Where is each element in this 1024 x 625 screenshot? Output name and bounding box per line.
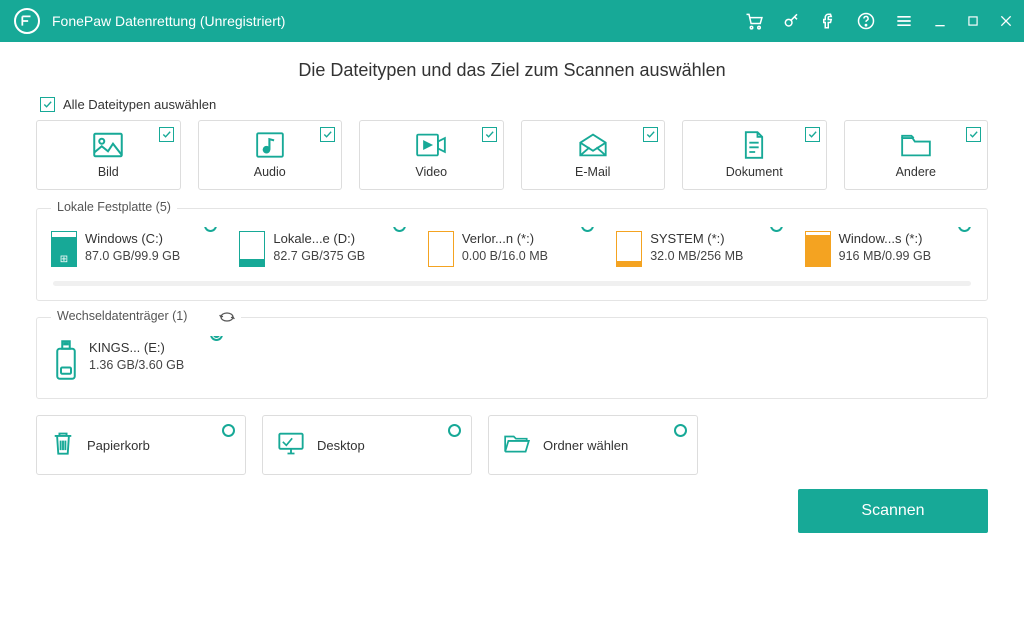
drive-name: SYSTEM (*:) bbox=[650, 231, 743, 246]
checkbox-icon bbox=[320, 127, 335, 142]
drive-kingston-e[interactable]: KINGS... (E:) 1.36 GB/3.60 GB bbox=[49, 336, 227, 384]
checkbox-icon bbox=[805, 127, 820, 142]
radio-icon bbox=[393, 227, 406, 232]
titlebar: FonePaw Datenrettung (Unregistriert) bbox=[0, 0, 1024, 42]
disk-icon: ⊞ bbox=[51, 231, 77, 267]
checkbox-icon bbox=[40, 97, 55, 112]
radio-icon bbox=[204, 227, 217, 232]
location-recycle-bin[interactable]: Papierkorb bbox=[36, 415, 246, 475]
drive-system[interactable]: SYSTEM (*:) 32.0 MB/256 MB bbox=[614, 227, 786, 271]
video-icon bbox=[416, 131, 446, 159]
usb-icon bbox=[51, 340, 81, 380]
key-icon[interactable] bbox=[782, 11, 802, 31]
folder-open-icon bbox=[503, 432, 531, 459]
help-icon[interactable] bbox=[856, 11, 876, 31]
drive-lost[interactable]: Verlor...n (*:) 0.00 B/16.0 MB bbox=[426, 227, 598, 271]
drive-size: 32.0 MB/256 MB bbox=[650, 249, 743, 263]
checkbox-icon bbox=[482, 127, 497, 142]
desktop-icon bbox=[277, 431, 305, 460]
drive-name: Verlor...n (*:) bbox=[462, 231, 548, 246]
drive-name: Windows (C:) bbox=[85, 231, 180, 246]
location-label: Papierkorb bbox=[87, 438, 150, 453]
maximize-icon[interactable] bbox=[966, 14, 980, 28]
type-label: Audio bbox=[254, 165, 286, 179]
removable-drives-label: Wechseldatenträger (1) bbox=[51, 309, 241, 324]
drive-size: 0.00 B/16.0 MB bbox=[462, 249, 548, 263]
type-label: Andere bbox=[896, 165, 936, 179]
checkbox-icon bbox=[643, 127, 658, 142]
drive-windows-alt[interactable]: Window...s (*:) 916 MB/0.99 GB bbox=[803, 227, 975, 271]
radio-icon bbox=[448, 424, 461, 437]
drive-name: KINGS... (E:) bbox=[89, 340, 184, 355]
minimize-icon[interactable] bbox=[932, 13, 948, 29]
horizontal-scrollbar[interactable] bbox=[53, 281, 971, 286]
checkbox-icon bbox=[159, 127, 174, 142]
facebook-icon[interactable] bbox=[820, 12, 838, 30]
type-card-other[interactable]: Andere bbox=[844, 120, 989, 190]
radio-icon bbox=[770, 227, 783, 232]
type-label: E-Mail bbox=[575, 165, 610, 179]
drive-local-d[interactable]: Lokale...e (D:) 82.7 GB/375 GB bbox=[237, 227, 409, 271]
drive-name: Window...s (*:) bbox=[839, 231, 931, 246]
type-card-image[interactable]: Bild bbox=[36, 120, 181, 190]
select-all-checkbox[interactable]: Alle Dateitypen auswählen bbox=[40, 97, 988, 112]
type-card-audio[interactable]: Audio bbox=[198, 120, 343, 190]
type-label: Video bbox=[415, 165, 447, 179]
drive-name: Lokale...e (D:) bbox=[273, 231, 365, 246]
drive-size: 82.7 GB/375 GB bbox=[273, 249, 365, 263]
type-card-video[interactable]: Video bbox=[359, 120, 504, 190]
radio-icon bbox=[581, 227, 594, 232]
email-icon bbox=[578, 131, 608, 159]
checkbox-icon bbox=[966, 127, 981, 142]
disk-icon bbox=[428, 231, 454, 267]
drive-size: 87.0 GB/99.9 GB bbox=[85, 249, 180, 263]
type-card-email[interactable]: E-Mail bbox=[521, 120, 666, 190]
app-logo bbox=[14, 8, 40, 34]
cart-icon[interactable] bbox=[744, 11, 764, 31]
radio-icon bbox=[210, 336, 223, 341]
drive-windows-c[interactable]: ⊞ Windows (C:) 87.0 GB/99.9 GB bbox=[49, 227, 221, 271]
scan-button[interactable]: Scannen bbox=[798, 489, 988, 533]
location-choose-folder[interactable]: Ordner wählen bbox=[488, 415, 698, 475]
removable-drives-group: Wechseldatenträger (1) bbox=[36, 317, 988, 399]
location-label: Ordner wählen bbox=[543, 438, 628, 453]
drive-size: 916 MB/0.99 GB bbox=[839, 249, 931, 263]
audio-icon bbox=[256, 131, 284, 159]
radio-icon bbox=[674, 424, 687, 437]
menu-icon[interactable] bbox=[894, 11, 914, 31]
trash-icon bbox=[51, 430, 75, 461]
type-label: Dokument bbox=[726, 165, 783, 179]
close-icon[interactable] bbox=[998, 13, 1014, 29]
app-title: FonePaw Datenrettung (Unregistriert) bbox=[52, 13, 285, 29]
disk-icon bbox=[805, 231, 831, 267]
page-title: Die Dateitypen und das Ziel zum Scannen … bbox=[36, 60, 988, 81]
disk-icon bbox=[616, 231, 642, 267]
select-all-label: Alle Dateitypen auswählen bbox=[63, 97, 216, 112]
location-label: Desktop bbox=[317, 438, 365, 453]
type-label: Bild bbox=[98, 165, 119, 179]
radio-icon bbox=[222, 424, 235, 437]
drive-size: 1.36 GB/3.60 GB bbox=[89, 358, 184, 372]
type-card-document[interactable]: Dokument bbox=[682, 120, 827, 190]
document-icon bbox=[742, 131, 766, 159]
disk-icon bbox=[239, 231, 265, 267]
location-desktop[interactable]: Desktop bbox=[262, 415, 472, 475]
local-drives-group: Lokale Festplatte (5) ⊞ Windows (C:) 87.… bbox=[36, 208, 988, 301]
refresh-icon[interactable] bbox=[219, 310, 235, 324]
local-drives-label: Lokale Festplatte (5) bbox=[51, 200, 177, 214]
radio-icon bbox=[958, 227, 971, 232]
folder-icon bbox=[901, 131, 931, 159]
image-icon bbox=[93, 131, 123, 159]
